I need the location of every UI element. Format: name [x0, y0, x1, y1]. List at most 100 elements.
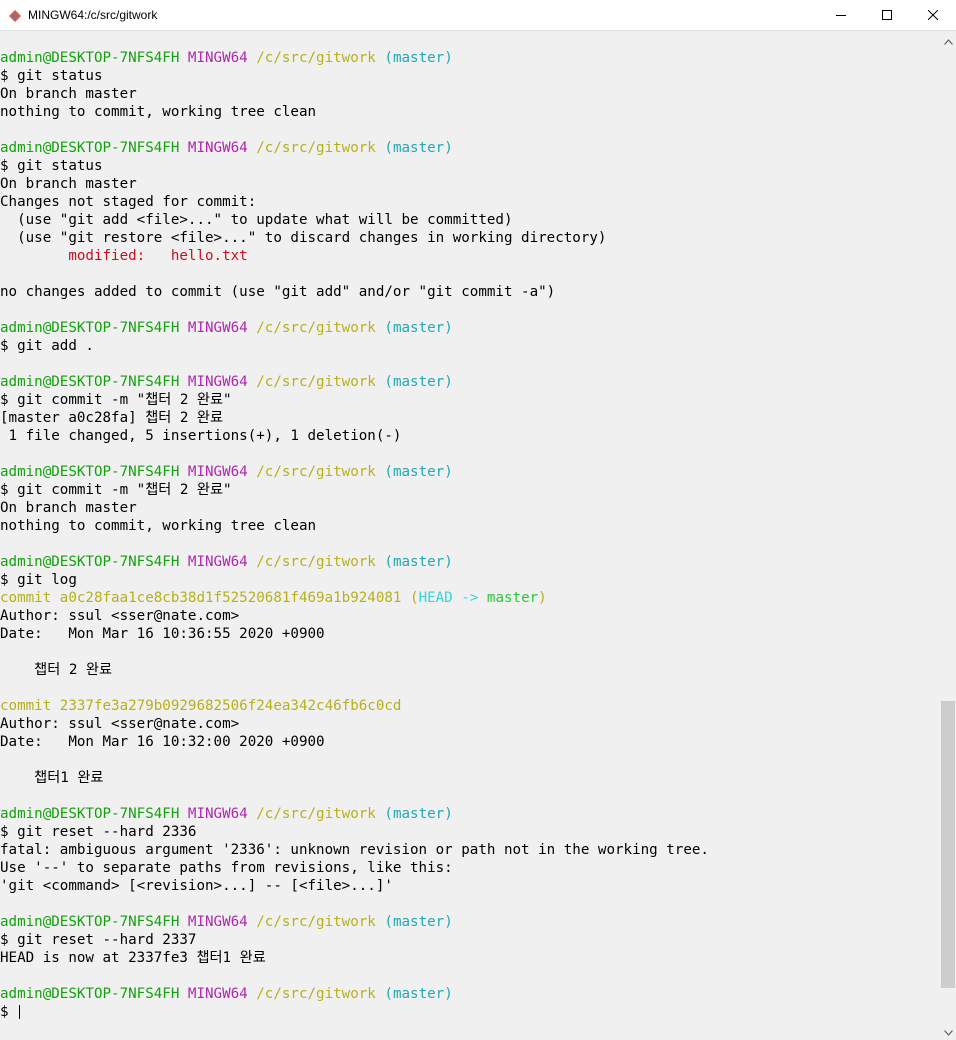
prompt-user: admin@DESKTOP-7NFS4FH: [0, 986, 180, 1002]
output-text: Date: Mon Mar 16 10:32:00 2020 +0900: [0, 734, 325, 750]
output-text: $ git commit -m "챕터 2 완료": [0, 392, 232, 408]
prompt-user: admin@DESKTOP-7NFS4FH: [0, 320, 180, 336]
modified-file-text: modified: hello.txt: [0, 248, 248, 264]
prompt-branch: (master): [384, 986, 453, 1002]
prompt-host: MINGW64: [187, 374, 248, 390]
prompt-line: admin@DESKTOP-7NFS4FH MINGW64 /c/src/git…: [0, 319, 940, 337]
output-line: 'git <command> [<revision>...] -- [<file…: [0, 877, 940, 895]
close-button[interactable]: [910, 0, 956, 30]
prompt-host: MINGW64: [187, 806, 248, 822]
output-line: Use '--' to separate paths from revision…: [0, 859, 940, 877]
output-line: 1 file changed, 5 insertions(+), 1 delet…: [0, 427, 940, 445]
prompt-line: admin@DESKTOP-7NFS4FH MINGW64 /c/src/git…: [0, 49, 940, 67]
vertical-scrollbar[interactable]: [940, 31, 956, 1039]
title-bar: MINGW64:/c/src/gitwork: [0, 0, 956, 31]
output-line: fatal: ambiguous argument '2336': unknow…: [0, 841, 940, 859]
prompt-user: admin@DESKTOP-7NFS4FH: [0, 554, 180, 570]
prompt-user: admin@DESKTOP-7NFS4FH: [0, 140, 180, 156]
output-text: (use "git add <file>..." to update what …: [0, 212, 513, 228]
scroll-up-button[interactable]: [940, 31, 956, 48]
output-line: HEAD is now at 2337fe3 챕터1 완료: [0, 949, 940, 967]
output-text: 1 file changed, 5 insertions(+), 1 delet…: [0, 428, 402, 444]
output-text: Author: ssul <sser@nate.com>: [0, 716, 240, 732]
output-line: Author: ssul <sser@nate.com>: [0, 715, 940, 733]
output-line: $ git reset --hard 2336: [0, 823, 940, 841]
prompt-host: MINGW64: [187, 914, 248, 930]
prompt-path: /c/src/gitwork: [256, 554, 376, 570]
output-line: $ git reset --hard 2337: [0, 931, 940, 949]
prompt-line: admin@DESKTOP-7NFS4FH MINGW64 /c/src/git…: [0, 913, 940, 931]
output-line: no changes added to commit (use "git add…: [0, 283, 940, 301]
commit-hash-line: commit 2337fe3a279b0929682506f24ea342c46…: [0, 697, 940, 715]
output-text: (use "git restore <file>..." to discard …: [0, 230, 607, 246]
minimize-button[interactable]: [818, 0, 864, 30]
output-text: $ git add .: [0, 338, 94, 354]
output-text: [master a0c28fa] 챕터 2 완료: [0, 410, 224, 426]
terminal-output[interactable]: admin@DESKTOP-7NFS4FH MINGW64 /c/src/git…: [0, 31, 940, 1039]
close-icon: [928, 10, 938, 20]
output-text: nothing to commit, working tree clean: [0, 104, 317, 120]
scroll-down-arrow-icon: [943, 1021, 953, 1040]
prompt-branch: (master): [384, 320, 453, 336]
commit-ref-close: ): [538, 590, 547, 606]
head-ref: HEAD: [418, 590, 453, 606]
output-line: $ git status: [0, 67, 940, 85]
commit-ref-open: (: [401, 590, 419, 606]
ref-arrow: ->: [452, 590, 487, 606]
maximize-button[interactable]: [864, 0, 910, 30]
output-line: $ git add .: [0, 337, 940, 355]
output-line: On branch master: [0, 175, 940, 193]
git-bash-icon: [8, 8, 22, 22]
output-text: fatal: ambiguous argument '2336': unknow…: [0, 842, 709, 858]
output-text: nothing to commit, working tree clean: [0, 518, 317, 534]
text-cursor: [19, 1005, 21, 1019]
prompt-line: admin@DESKTOP-7NFS4FH MINGW64 /c/src/git…: [0, 139, 940, 157]
prompt-branch: (master): [384, 50, 453, 66]
output-line: nothing to commit, working tree clean: [0, 103, 940, 121]
prompt-user: admin@DESKTOP-7NFS4FH: [0, 806, 180, 822]
prompt-branch: (master): [384, 374, 453, 390]
output-line: (use "git add <file>..." to update what …: [0, 211, 940, 229]
output-text: $ git status: [0, 68, 103, 84]
scroll-down-button[interactable]: [940, 1022, 956, 1039]
prompt-branch: (master): [384, 806, 453, 822]
output-text: $ git reset --hard 2336: [0, 824, 197, 840]
output-text: HEAD is now at 2337fe3 챕터1 완료: [0, 950, 266, 966]
prompt-line: admin@DESKTOP-7NFS4FH MINGW64 /c/src/git…: [0, 463, 940, 481]
prompt-path: /c/src/gitwork: [256, 986, 376, 1002]
output-text: 챕터 2 완료: [0, 662, 113, 678]
minimize-icon: [836, 10, 846, 20]
output-text: On branch master: [0, 176, 137, 192]
scrollbar-thumb[interactable]: [941, 700, 955, 988]
output-text: Author: ssul <sser@nate.com>: [0, 608, 240, 624]
output-text: $ git log: [0, 572, 77, 588]
output-text: 'git <command> [<revision>...] -- [<file…: [0, 878, 393, 894]
prompt-user: admin@DESKTOP-7NFS4FH: [0, 50, 180, 66]
prompt-line: admin@DESKTOP-7NFS4FH MINGW64 /c/src/git…: [0, 553, 940, 571]
prompt-line: admin@DESKTOP-7NFS4FH MINGW64 /c/src/git…: [0, 805, 940, 823]
prompt-path: /c/src/gitwork: [256, 806, 376, 822]
prompt-path: /c/src/gitwork: [256, 914, 376, 930]
output-text: $ git status: [0, 158, 103, 174]
prompt-line: admin@DESKTOP-7NFS4FH MINGW64 /c/src/git…: [0, 373, 940, 391]
prompt-host: MINGW64: [187, 986, 248, 1002]
prompt-branch: (master): [384, 464, 453, 480]
branch-ref: master: [486, 590, 539, 606]
output-text: Use '--' to separate paths from revision…: [0, 860, 453, 876]
output-line: [master a0c28fa] 챕터 2 완료: [0, 409, 940, 427]
output-text: no changes added to commit (use "git add…: [0, 284, 556, 300]
maximize-icon: [882, 10, 892, 20]
output-text: $ git reset --hard 2337: [0, 932, 197, 948]
output-line: On branch master: [0, 85, 940, 103]
output-line: Author: ssul <sser@nate.com>: [0, 607, 940, 625]
prompt-path: /c/src/gitwork: [256, 140, 376, 156]
